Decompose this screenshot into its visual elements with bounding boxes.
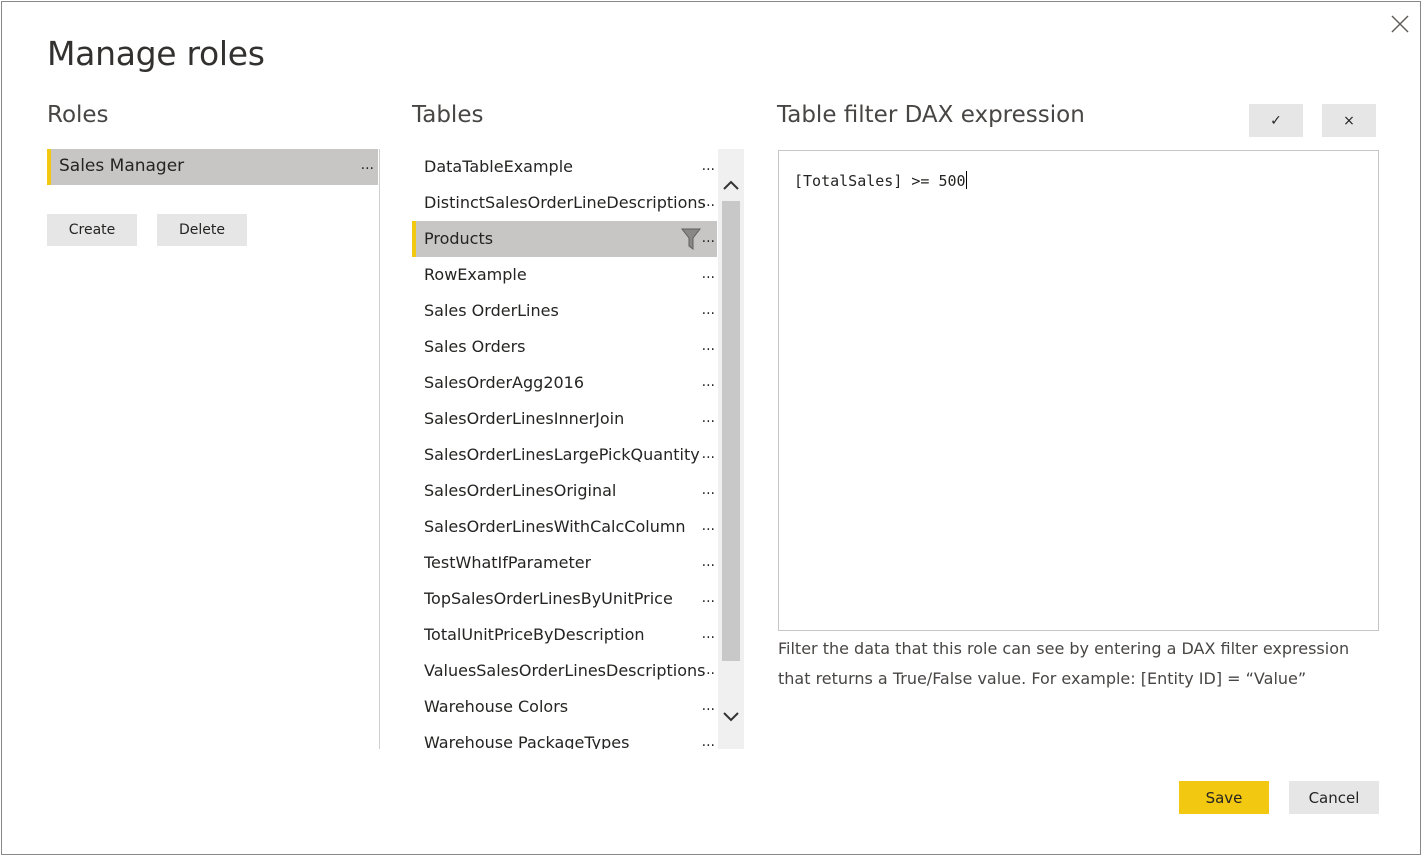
save-button[interactable]: Save bbox=[1179, 781, 1269, 814]
dax-expression-editor[interactable]: [TotalSales] >= 500 bbox=[778, 150, 1379, 631]
table-item-label: Products bbox=[424, 229, 494, 248]
table-item-label: SalesOrderLinesOriginal bbox=[424, 481, 617, 500]
close-button[interactable] bbox=[1388, 12, 1412, 36]
tables-list: DataTableExample... DistinctSalesOrderLin… bbox=[412, 149, 717, 749]
table-item[interactable]: ValuesSalesOrderLinesDescriptions... bbox=[412, 653, 717, 689]
scroll-up-button[interactable] bbox=[718, 169, 744, 199]
table-more-options[interactable]: ... bbox=[702, 194, 715, 210]
roles-list: Sales Manager ... bbox=[47, 149, 378, 185]
table-more-options[interactable]: ... bbox=[702, 626, 715, 642]
table-item[interactable]: Warehouse PackageTypes... bbox=[412, 725, 717, 749]
table-more-options[interactable]: ... bbox=[702, 662, 715, 678]
scroll-down-button[interactable] bbox=[718, 701, 744, 731]
table-item-label: TopSalesOrderLinesByUnitPrice bbox=[424, 589, 673, 608]
check-icon: ✓ bbox=[1270, 112, 1282, 129]
table-item[interactable]: Sales Orders... bbox=[412, 329, 717, 365]
table-more-options[interactable]: ... bbox=[702, 590, 715, 606]
role-item-label: Sales Manager bbox=[59, 156, 185, 176]
table-item[interactable]: RowExample... bbox=[412, 257, 717, 293]
scroll-thumb[interactable] bbox=[722, 201, 740, 661]
roles-heading: Roles bbox=[47, 102, 109, 128]
table-more-options[interactable]: ... bbox=[702, 410, 715, 426]
x-icon: × bbox=[1343, 112, 1355, 129]
table-more-options[interactable]: ... bbox=[702, 230, 715, 246]
table-item-label: DataTableExample bbox=[424, 157, 573, 176]
discard-expression-button[interactable]: × bbox=[1322, 104, 1376, 137]
table-item-label: Sales OrderLines bbox=[424, 301, 559, 320]
create-role-button[interactable]: Create bbox=[47, 214, 137, 246]
accept-expression-button[interactable]: ✓ bbox=[1249, 104, 1303, 137]
table-more-options[interactable]: ... bbox=[702, 734, 715, 749]
table-item-label: Warehouse PackageTypes bbox=[424, 733, 630, 749]
chevron-down-icon bbox=[723, 712, 739, 722]
roles-divider bbox=[379, 149, 380, 749]
table-item-label: SalesOrderLinesInnerJoin bbox=[424, 409, 625, 428]
table-item-label: SalesOrderAgg2016 bbox=[424, 373, 585, 392]
table-item[interactable]: SalesOrderLinesLargePickQuantity... bbox=[412, 437, 717, 473]
table-more-options[interactable]: ... bbox=[702, 338, 715, 354]
table-more-options[interactable]: ... bbox=[702, 698, 715, 714]
table-item[interactable]: SalesOrderLinesInnerJoin... bbox=[412, 401, 717, 437]
text-caret bbox=[965, 171, 967, 189]
table-item[interactable]: SalesOrderLinesWithCalcColumn... bbox=[412, 509, 717, 545]
table-item-label: DistinctSalesOrderLineDescriptions bbox=[424, 193, 706, 212]
dax-hint-text: Filter the data that this role can see b… bbox=[778, 639, 1350, 688]
tables-heading: Tables bbox=[412, 102, 484, 128]
role-more-options[interactable]: ... bbox=[361, 157, 374, 173]
table-item[interactable]: TopSalesOrderLinesByUnitPrice... bbox=[412, 581, 717, 617]
dax-expression-text: [TotalSales] >= 500 bbox=[794, 172, 966, 190]
table-item[interactable]: Sales OrderLines... bbox=[412, 293, 717, 329]
table-more-options[interactable]: ... bbox=[702, 518, 715, 534]
table-item[interactable]: SalesOrderLinesOriginal... bbox=[412, 473, 717, 509]
role-item-sales-manager[interactable]: Sales Manager ... bbox=[47, 149, 378, 185]
filter-icon bbox=[681, 228, 701, 250]
table-item[interactable]: Products... bbox=[412, 221, 717, 257]
dialog-title: Manage roles bbox=[47, 34, 265, 73]
table-item[interactable]: TestWhatIfParameter... bbox=[412, 545, 717, 581]
table-more-options[interactable]: ... bbox=[702, 158, 715, 174]
dax-heading: Table filter DAX expression bbox=[777, 102, 1085, 128]
table-item-label: TotalUnitPriceByDescription bbox=[424, 625, 645, 644]
table-item-label: SalesOrderLinesWithCalcColumn bbox=[424, 517, 686, 536]
table-item[interactable]: TotalUnitPriceByDescription... bbox=[412, 617, 717, 653]
table-item-label: TestWhatIfParameter bbox=[424, 553, 592, 572]
table-item[interactable]: SalesOrderAgg2016... bbox=[412, 365, 717, 401]
table-more-options[interactable]: ... bbox=[702, 446, 715, 462]
table-more-options[interactable]: ... bbox=[702, 374, 715, 390]
table-item-label: SalesOrderLinesLargePickQuantity bbox=[424, 445, 700, 464]
table-item[interactable]: DistinctSalesOrderLineDescriptions... bbox=[412, 185, 717, 221]
manage-roles-dialog: Manage roles Roles Sales Manager ... Cre… bbox=[1, 1, 1421, 855]
table-item-label: Sales Orders bbox=[424, 337, 526, 356]
delete-role-button[interactable]: Delete bbox=[157, 214, 247, 246]
table-item-label: Warehouse Colors bbox=[424, 697, 569, 716]
table-item[interactable]: Warehouse Colors... bbox=[412, 689, 717, 725]
table-more-options[interactable]: ... bbox=[702, 266, 715, 282]
cancel-button[interactable]: Cancel bbox=[1289, 781, 1379, 814]
table-more-options[interactable]: ... bbox=[702, 482, 715, 498]
table-more-options[interactable]: ... bbox=[702, 302, 715, 318]
close-icon bbox=[1391, 15, 1409, 33]
table-item-label: RowExample bbox=[424, 265, 527, 284]
table-more-options[interactable]: ... bbox=[702, 554, 715, 570]
tables-panel: DataTableExample... DistinctSalesOrderLin… bbox=[412, 149, 744, 749]
chevron-up-icon bbox=[723, 180, 739, 190]
table-item-label: ValuesSalesOrderLinesDescriptions bbox=[424, 661, 706, 680]
tables-scrollbar[interactable] bbox=[718, 149, 744, 749]
table-item[interactable]: DataTableExample... bbox=[412, 149, 717, 185]
